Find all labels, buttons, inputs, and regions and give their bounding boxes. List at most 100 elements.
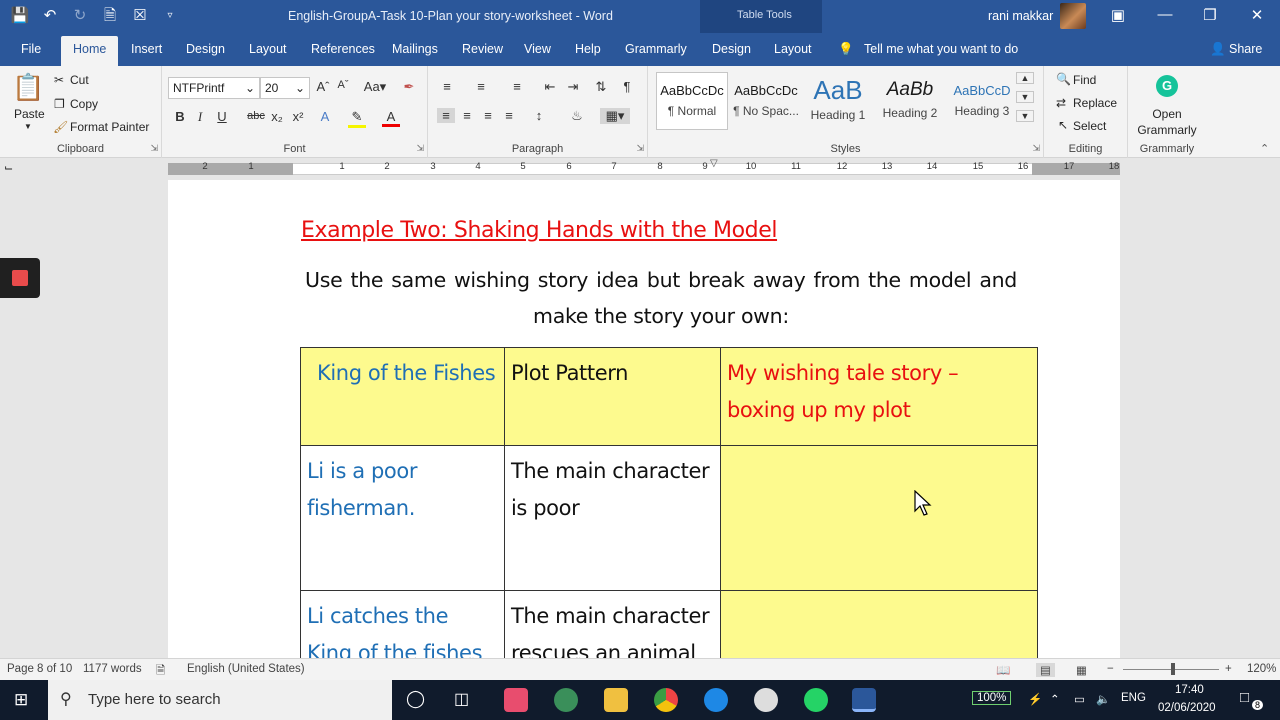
find-icon[interactable]: 🔍 (1056, 72, 1071, 86)
tab-home[interactable]: Home (61, 36, 119, 66)
input-language[interactable]: ENG (1121, 692, 1146, 704)
avatar[interactable] (1060, 3, 1086, 29)
zoom-level[interactable]: 120% (1247, 663, 1276, 675)
underline-icon[interactable]: U (213, 109, 231, 124)
numbering-icon[interactable]: ≡ (472, 79, 490, 94)
indent-marker-icon[interactable]: ▽ (710, 158, 718, 169)
close-document-icon[interactable]: ☒ (130, 6, 150, 26)
zoom-in-icon[interactable]: + (1225, 663, 1232, 675)
volume-icon[interactable]: 🔈 (1096, 692, 1110, 706)
restore-icon[interactable]: ❐ (1200, 6, 1220, 24)
tab-design[interactable]: Design (186, 42, 225, 56)
table-header-cell[interactable]: My wishing tale story – boxing up my plo… (720, 347, 1038, 446)
clear-formatting-icon[interactable]: ✒ (400, 79, 418, 95)
new-document-icon[interactable]: 🗎 (100, 6, 120, 26)
bold-icon[interactable]: B (171, 109, 189, 124)
whatsapp-icon[interactable] (804, 688, 828, 712)
line-spacing-icon[interactable]: ↕ (530, 108, 548, 123)
word-count[interactable]: 1177 words (83, 663, 142, 675)
zoom-out-icon[interactable]: − (1107, 663, 1114, 675)
minimize-icon[interactable]: — (1155, 6, 1175, 23)
align-center-icon[interactable]: ≡ (458, 108, 476, 123)
record-button[interactable] (0, 258, 40, 298)
text-effects-icon[interactable]: A (316, 109, 334, 124)
decrease-indent-icon[interactable]: ⇤ (541, 79, 559, 95)
notifications-icon[interactable]: □ (1240, 689, 1249, 706)
language-status[interactable]: English (United States) (187, 663, 305, 675)
tab-review[interactable]: Review (462, 42, 503, 56)
tab-file[interactable]: File (21, 42, 41, 56)
borders-icon[interactable]: ▦▾ (600, 108, 630, 124)
table-cell[interactable]: Li catches the King of the fishes but (300, 590, 505, 658)
undo-icon[interactable]: ↶ (40, 6, 60, 26)
cortana-icon[interactable]: ◯ (406, 689, 425, 709)
find-button[interactable]: Find (1073, 73, 1096, 87)
print-layout-icon[interactable]: ▤ (1036, 663, 1055, 677)
tab-grammarly[interactable]: Grammarly (625, 42, 687, 56)
format-painter-icon[interactable]: 🖌 (53, 120, 68, 134)
power-icon[interactable]: ⚡ (1028, 692, 1042, 706)
table-cell[interactable] (720, 590, 1038, 658)
sort-icon[interactable]: ⇅ (592, 79, 610, 95)
style-heading-1[interactable]: AaB Heading 1 (802, 72, 874, 130)
tab-insert[interactable]: Insert (131, 42, 162, 56)
sketch-app-icon[interactable] (754, 688, 778, 712)
maps-app-icon[interactable] (554, 688, 578, 712)
word-taskbar-icon[interactable] (852, 688, 876, 712)
italic-icon[interactable]: I (191, 109, 209, 125)
multilevel-list-icon[interactable]: ≡ (508, 79, 526, 94)
task-view-icon[interactable]: ◫ (454, 689, 469, 709)
table-header-cell[interactable]: King of the Fishes (300, 347, 505, 446)
edge-icon[interactable] (704, 688, 728, 712)
grammarly-icon[interactable]: G (1156, 75, 1178, 97)
tell-me-box[interactable]: Tell me what you want to do (864, 42, 1018, 56)
windows-start-icon[interactable]: ⊞ (14, 690, 28, 710)
shading-icon[interactable]: ♨ (568, 108, 586, 124)
battery-icon[interactable]: ▭ (1074, 692, 1085, 706)
tab-table-layout[interactable]: Layout (774, 42, 812, 56)
style-heading-2[interactable]: AaBb Heading 2 (874, 72, 946, 130)
page-count[interactable]: Page 8 of 10 (7, 663, 72, 675)
select-button[interactable]: Select (1073, 119, 1106, 133)
web-layout-icon[interactable]: ▦ (1076, 663, 1087, 677)
paste-dropdown-icon[interactable]: ▼ (24, 122, 32, 131)
read-mode-icon[interactable]: 📖 (996, 663, 1010, 677)
highlight-icon[interactable]: ✎ (348, 109, 366, 128)
share-icon[interactable]: 👤 (1210, 42, 1226, 57)
tab-mailings[interactable]: Mailings (392, 42, 438, 56)
tab-layout[interactable]: Layout (249, 42, 287, 56)
chrome-icon[interactable] (654, 688, 678, 712)
clock-date[interactable]: 02/06/2020 (1158, 702, 1216, 714)
align-right-icon[interactable]: ≡ (479, 108, 497, 123)
justify-icon[interactable]: ≡ (500, 108, 518, 123)
table-cell[interactable]: The main character rescues an animal (504, 590, 721, 658)
copy-button[interactable]: Copy (70, 97, 98, 111)
itunes-icon[interactable] (504, 688, 528, 712)
replace-icon[interactable]: ⇄ (1056, 96, 1066, 110)
table-cell[interactable]: Li is a poor fisherman. (300, 445, 505, 591)
tab-view[interactable]: View (524, 42, 551, 56)
battery-level[interactable]: 100% (972, 691, 1012, 705)
redo-icon[interactable]: ↻ (70, 6, 90, 26)
superscript-icon[interactable]: x² (289, 109, 307, 124)
increase-indent-icon[interactable]: ⇥ (564, 79, 582, 95)
change-case-icon[interactable]: Aa▾ (362, 79, 388, 95)
tab-table-design[interactable]: Design (712, 42, 751, 56)
tell-me-icon[interactable]: 💡 (838, 42, 854, 57)
replace-button[interactable]: Replace (1073, 96, 1117, 110)
table-header-cell[interactable]: Plot Pattern (504, 347, 721, 446)
select-icon[interactable]: ↖ (1058, 118, 1068, 132)
shrink-font-icon[interactable]: Aˇ (334, 79, 352, 91)
style-normal[interactable]: AaBbCcDc ¶ Normal (656, 72, 728, 130)
font-color-icon[interactable]: A (382, 109, 400, 127)
font-size-combo[interactable]: 20 ⌄ (260, 77, 310, 99)
open-grammarly-button[interactable]: Open Grammarly (1136, 106, 1198, 138)
styles-scroll-down-icon[interactable]: ▼ (1016, 91, 1034, 103)
subscript-icon[interactable]: x₂ (268, 109, 286, 124)
font-launcher-icon[interactable]: ⇲ (416, 143, 424, 154)
style-heading-3[interactable]: AaBbCcD Heading 3 (946, 72, 1018, 130)
close-icon[interactable]: ✕ (1247, 6, 1267, 24)
bullets-icon[interactable]: ≡ (438, 79, 456, 94)
styles-more-icon[interactable]: ▼ (1016, 110, 1034, 122)
customize-qat-icon[interactable]: ▿ (160, 6, 180, 26)
